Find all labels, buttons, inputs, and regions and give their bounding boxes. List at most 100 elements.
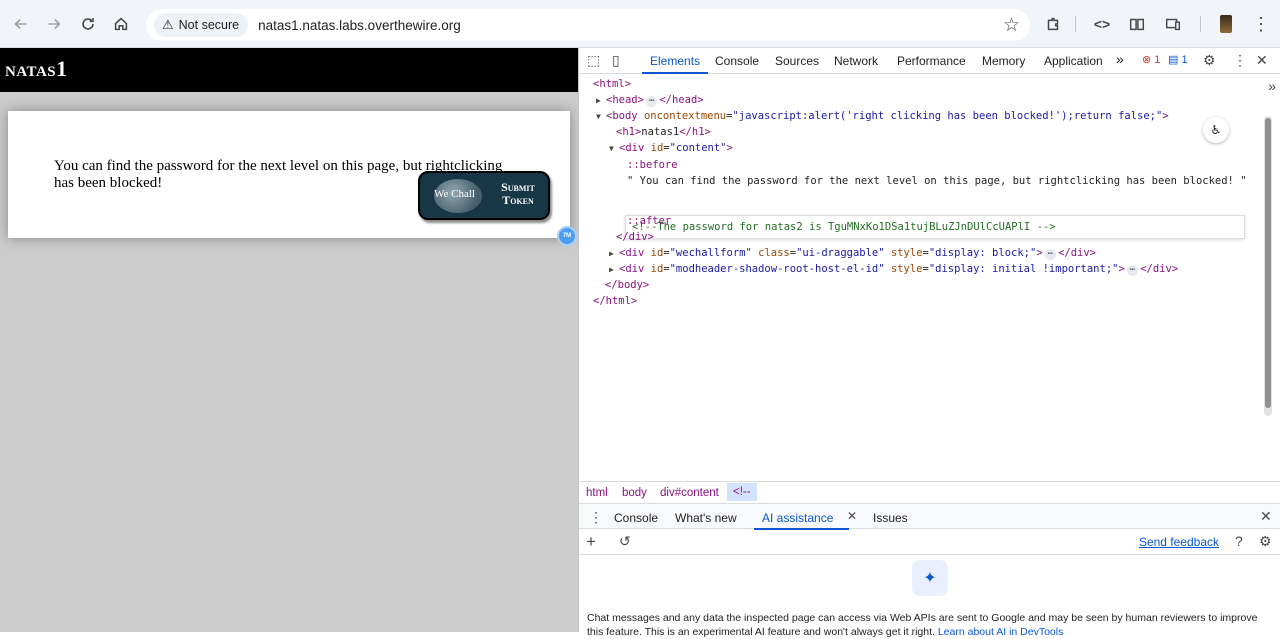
expand-triangle-icon[interactable]: ▶ bbox=[609, 262, 619, 278]
settings-gear-icon[interactable]: ⚙ bbox=[1203, 52, 1216, 69]
inspect-element-icon[interactable]: ⬚ bbox=[587, 52, 600, 69]
wechall-logo-text: We Chall bbox=[434, 188, 475, 200]
body-attr-value: "javascript:alert('right clicking has be… bbox=[732, 110, 1163, 122]
back-icon[interactable] bbox=[8, 11, 34, 37]
accessibility-icon[interactable]: ♿ bbox=[1203, 117, 1229, 143]
after-pseudo: ::after bbox=[627, 215, 672, 227]
wechall-submit-button[interactable]: We Chall Submit Token bbox=[418, 171, 550, 220]
close-devtools-icon[interactable]: ✕ bbox=[1256, 52, 1268, 69]
devtools-panel: ⬚ ▯ Elements Console Sources Network Per… bbox=[578, 48, 1280, 638]
home-icon[interactable] bbox=[108, 11, 134, 37]
device-icon[interactable] bbox=[1160, 11, 1186, 37]
new-chat-plus-icon[interactable]: + bbox=[586, 532, 596, 552]
id-attr-value: "wechallform" bbox=[669, 247, 752, 259]
body-open-tag: <body bbox=[606, 110, 638, 122]
drawer-tab-issues[interactable]: Issues bbox=[873, 511, 908, 525]
collapse-triangle-icon[interactable]: ▼ bbox=[596, 109, 606, 125]
before-pseudo: ::before bbox=[627, 159, 678, 171]
menu-kebab-icon[interactable]: ⋮ bbox=[1248, 11, 1274, 37]
more-tabs-icon[interactable]: » bbox=[1116, 51, 1124, 67]
extension-badge[interactable]: 7M bbox=[557, 226, 577, 246]
url-text[interactable]: natas1.natas.labs.overthewire.org bbox=[258, 18, 461, 33]
submit-label-line2: Token bbox=[502, 193, 534, 207]
dom-line-body[interactable]: ▼ <body oncontextmenu="javascript:alert('… bbox=[596, 108, 1169, 124]
dom-line-html-close[interactable]: </html> bbox=[593, 293, 637, 309]
devtools-code-icon[interactable]: <> bbox=[1089, 11, 1115, 37]
devtools-menu-icon[interactable]: ⋮ bbox=[1233, 52, 1247, 69]
breadcrumb-body[interactable]: body bbox=[622, 487, 647, 499]
disclaimer-text: Chat messages and any data the inspected… bbox=[587, 612, 1258, 638]
address-bar[interactable]: ⚠ Not secure natas1.natas.labs.overthewi… bbox=[146, 9, 1030, 41]
ai-settings-gear-icon[interactable]: ⚙ bbox=[1259, 533, 1272, 550]
dom-line-wechall[interactable]: ▶ <div id="wechallform" class="ui-draggab… bbox=[609, 245, 1096, 261]
sidebar-expand-icon[interactable]: » bbox=[1268, 78, 1276, 94]
learn-about-ai-link[interactable]: Learn about AI in DevTools bbox=[938, 626, 1064, 638]
tab-sources[interactable]: Sources bbox=[775, 54, 819, 68]
scrollbar-thumb[interactable] bbox=[1265, 118, 1271, 408]
page-title: natas1 bbox=[0, 48, 578, 92]
profile-avatar[interactable] bbox=[1213, 11, 1239, 37]
div-open-tag: <div bbox=[619, 247, 645, 259]
forward-icon[interactable] bbox=[41, 11, 67, 37]
message-count-badge[interactable]: ▤ 1 bbox=[1168, 53, 1188, 66]
body-attr-name: oncontextmenu bbox=[643, 110, 727, 122]
class-attr-value: "ui-draggable" bbox=[796, 247, 885, 259]
breadcrumb: html body div#content <!-- bbox=[579, 481, 1280, 503]
style-attr-name: style bbox=[890, 263, 923, 275]
div-open-tag: <div bbox=[619, 142, 645, 154]
dom-line-head[interactable]: ▶ <head> ⋯ </head> bbox=[596, 92, 704, 108]
dom-line-text-node[interactable]: " You can find the password for the next… bbox=[627, 173, 1247, 189]
dom-line-modheader[interactable]: ▶ <div id="modheader-shadow-root-host-el-… bbox=[609, 261, 1178, 277]
breadcrumb-comment[interactable]: <!-- bbox=[727, 483, 757, 501]
drawer-tab-ai-assistance[interactable]: AI assistance bbox=[753, 511, 850, 530]
browser-toolbar: ⚠ Not secure natas1.natas.labs.overthewi… bbox=[0, 0, 1280, 48]
drawer-tab-console[interactable]: Console bbox=[614, 511, 658, 525]
send-feedback-link[interactable]: Send feedback bbox=[1139, 535, 1219, 549]
div-close-tag: </div> bbox=[1058, 247, 1096, 259]
h1-close-tag: </h1> bbox=[679, 126, 711, 138]
security-chip[interactable]: ⚠ Not secure bbox=[154, 13, 249, 37]
dom-line-div-content[interactable]: ▼ <div id="content"> bbox=[609, 140, 733, 156]
devtools-tabbar: ⬚ ▯ Elements Console Sources Network Per… bbox=[579, 48, 1280, 74]
expand-triangle-icon[interactable]: ▶ bbox=[596, 93, 606, 109]
tab-application[interactable]: Application bbox=[1044, 54, 1103, 68]
history-icon[interactable]: ↺ bbox=[619, 533, 631, 550]
head-tag: <head> bbox=[606, 94, 644, 106]
dom-line-div-close[interactable]: </div> bbox=[616, 229, 654, 245]
style-attr-value: "display: block;" bbox=[928, 247, 1037, 259]
dom-line-body-close[interactable]: </body> bbox=[605, 277, 649, 293]
collapsed-ellipsis[interactable]: ⋯ bbox=[1126, 265, 1139, 276]
close-tab-icon[interactable]: ✕ bbox=[847, 509, 857, 523]
extensions-icon[interactable] bbox=[1040, 11, 1066, 37]
tab-performance[interactable]: Performance bbox=[897, 54, 966, 68]
collapsed-ellipsis[interactable]: ⋯ bbox=[645, 96, 658, 107]
tab-elements[interactable]: Elements bbox=[641, 54, 709, 74]
collapsed-ellipsis[interactable]: ⋯ bbox=[1044, 249, 1057, 260]
expand-triangle-icon[interactable]: ▶ bbox=[609, 246, 619, 262]
drawer-tab-whats-new[interactable]: What's new bbox=[675, 511, 737, 525]
collapse-triangle-icon[interactable]: ▼ bbox=[609, 141, 619, 157]
dom-line-comment[interactable]: <!--The password for natas2 is TguMNxKo1… bbox=[632, 219, 1056, 235]
dom-line-h1[interactable]: <h1>natas1</h1> bbox=[616, 124, 711, 140]
device-toolbar-icon[interactable]: ▯ bbox=[612, 52, 620, 69]
reload-icon[interactable] bbox=[75, 11, 101, 37]
tab-network[interactable]: Network bbox=[834, 54, 878, 68]
dom-line-html[interactable]: <html> bbox=[593, 76, 631, 92]
dom-line-before[interactable]: ::before bbox=[627, 157, 678, 173]
dom-scrollbar[interactable] bbox=[1264, 116, 1272, 416]
div-close-tag: </div> bbox=[1140, 263, 1179, 275]
bookmark-star-icon[interactable]: ☆ bbox=[1003, 14, 1020, 37]
help-icon[interactable]: ? bbox=[1235, 533, 1243, 549]
body-gt: > bbox=[1162, 110, 1169, 122]
dom-line-after[interactable]: ::after bbox=[627, 213, 671, 229]
tab-memory[interactable]: Memory bbox=[982, 54, 1025, 68]
message-count: 1 bbox=[1181, 54, 1188, 66]
breadcrumb-html[interactable]: html bbox=[586, 487, 608, 499]
div-close-tag: </div> bbox=[616, 231, 654, 243]
close-drawer-icon[interactable]: ✕ bbox=[1260, 508, 1272, 525]
error-count-badge[interactable]: ⊗ 1 bbox=[1142, 53, 1160, 66]
tab-console[interactable]: Console bbox=[715, 54, 759, 68]
reading-mode-icon[interactable] bbox=[1124, 11, 1150, 37]
breadcrumb-div-content[interactable]: div#content bbox=[660, 487, 719, 499]
drawer-menu-icon[interactable]: ⋮ bbox=[589, 509, 603, 526]
